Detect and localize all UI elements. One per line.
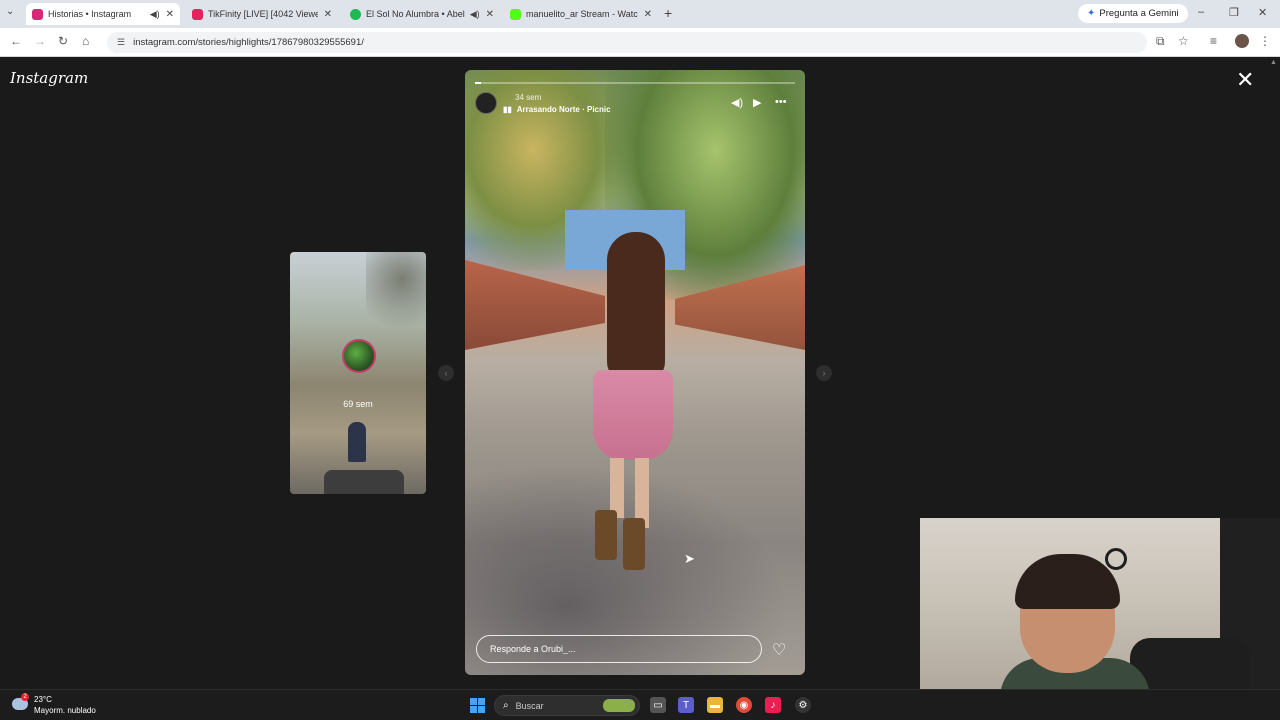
story-music-link[interactable]: ▮▮ Arrasando Norte · Picnic: [503, 105, 611, 114]
chrome-icon[interactable]: ◉: [736, 697, 752, 713]
tab-instagram[interactable]: Historias • Instagram ◀) ✕: [26, 3, 180, 25]
home-icon[interactable]: ⌂: [82, 34, 89, 48]
tab-search-icon[interactable]: ⌄: [6, 6, 14, 17]
previous-story-thumbnail[interactable]: 69 sem: [290, 252, 426, 494]
weather-notification-badge: 2: [21, 693, 29, 701]
teams-icon[interactable]: T: [678, 697, 694, 713]
story-owner-avatar: [342, 339, 376, 373]
instagram-logo[interactable]: Instagram: [10, 69, 88, 87]
story-progress-bar: [475, 82, 795, 84]
thumbnail-image: [366, 252, 426, 342]
story-progress-fill: [475, 82, 482, 84]
url-bar[interactable]: ☰ instagram.com/stories/highlights/17867…: [107, 32, 1147, 53]
tab-title: Historias • Instagram: [48, 9, 132, 19]
mouse-cursor-icon: ➤: [684, 551, 695, 566]
windows-taskbar: 2 23°C Mayorm. nublado ⌕ Buscar ▭ T ▬ ◉ …: [0, 689, 1280, 720]
search-icon: ⌕: [503, 700, 509, 711]
close-stories-icon[interactable]: ✕: [1236, 69, 1254, 91]
mute-icon[interactable]: ◀): [731, 96, 743, 109]
instagram-favicon-icon: [32, 8, 43, 20]
more-menu-icon[interactable]: ⋮: [1259, 34, 1271, 48]
like-heart-icon[interactable]: ♡: [772, 640, 786, 660]
close-tab-icon[interactable]: ✕: [166, 9, 174, 20]
close-tab-icon[interactable]: ✕: [644, 9, 652, 20]
active-story[interactable]: 34 sem ▮▮ Arrasando Norte · Picnic ◀) ▶ …: [465, 70, 805, 675]
tab-title: manuelito_ar Stream - Watch L: [526, 9, 638, 19]
task-view-icon[interactable]: ▭: [650, 697, 666, 713]
back-icon[interactable]: ←: [10, 34, 22, 48]
webcam-wall-clock: [1105, 548, 1127, 570]
spotify-favicon-icon: [350, 8, 361, 20]
tab-title: El Sol No Alumbra • Abel L: [366, 9, 466, 19]
story-music-label: Arrasando Norte · Picnic: [516, 105, 611, 114]
story-image-person: [607, 232, 665, 382]
file-explorer-icon[interactable]: ▬: [707, 697, 723, 713]
reply-input[interactable]: [476, 635, 762, 663]
tikfinity-favicon-icon: [192, 8, 203, 20]
gemini-label: Pregunta a Gemini: [1099, 8, 1179, 19]
previous-story-time: 69 sem: [343, 399, 373, 409]
bookmark-star-icon[interactable]: ☆: [1178, 34, 1189, 48]
tab-spotify[interactable]: El Sol No Alumbra • Abel L ◀) ✕: [344, 3, 500, 25]
address-toolbar: ← → ↻ ⌂ ☰ instagram.com/stories/highligh…: [0, 28, 1280, 57]
windows-start-icon[interactable]: [470, 698, 485, 713]
reload-icon[interactable]: ↻: [58, 34, 68, 48]
story-image-wall-left: [465, 260, 605, 350]
kick-favicon-icon: [510, 8, 521, 20]
more-options-icon[interactable]: •••: [775, 96, 787, 108]
window-close-icon[interactable]: ✕: [1258, 6, 1267, 19]
search-highlight-image: [603, 699, 635, 712]
tiktok-live-icon[interactable]: ♪: [765, 697, 781, 713]
speaker-icon[interactable]: ◀): [150, 9, 160, 20]
gemini-spark-icon: ✦: [1087, 8, 1096, 19]
play-icon[interactable]: ▶: [753, 96, 761, 109]
weather-description[interactable]: Mayorm. nublado: [34, 706, 96, 715]
story-time: 34 sem: [515, 93, 542, 102]
restore-icon[interactable]: ❐: [1229, 6, 1239, 19]
tab-search-menu-icon[interactable]: ≡: [1210, 34, 1217, 48]
story-image-dress: [593, 370, 673, 460]
scrollbar-up-arrow-icon[interactable]: ▲: [1270, 59, 1277, 66]
story-owner-avatar[interactable]: [475, 92, 497, 114]
previous-story-arrow-icon[interactable]: ‹: [438, 365, 454, 381]
search-placeholder: Buscar: [515, 700, 544, 711]
close-tab-icon[interactable]: ✕: [486, 9, 494, 20]
story-image-boot: [623, 518, 645, 570]
site-info-icon[interactable]: ☰: [117, 37, 125, 48]
weather-temperature[interactable]: 23°C: [34, 695, 52, 704]
speaker-icon[interactable]: ◀): [470, 9, 480, 20]
minimize-icon[interactable]: –: [1198, 6, 1204, 18]
settings-app-icon[interactable]: ⚙: [795, 697, 811, 713]
story-image-boot: [595, 510, 617, 560]
taskbar-search[interactable]: ⌕ Buscar: [494, 695, 640, 716]
profile-avatar[interactable]: [1235, 34, 1249, 48]
close-tab-icon[interactable]: ✕: [324, 9, 332, 20]
forward-icon[interactable]: →: [34, 34, 46, 48]
thumbnail-person: [348, 422, 366, 462]
tab-bar: ⌄ Historias • Instagram ◀) ✕ TikFinity […: [0, 0, 1280, 28]
story-image-leg: [610, 458, 624, 518]
tab-title: TikFinity [LIVE] [4042 Viewers]: [208, 9, 318, 19]
music-bars-icon: ▮▮: [503, 105, 512, 114]
tab-kick[interactable]: manuelito_ar Stream - Watch L ✕: [504, 3, 658, 25]
thumbnail-truck: [324, 470, 404, 494]
install-app-icon[interactable]: ⧉: [1156, 34, 1165, 49]
webcam-person-hair: [1015, 554, 1120, 609]
new-tab-icon[interactable]: +: [664, 5, 672, 21]
url-text: instagram.com/stories/highlights/1786798…: [133, 37, 364, 48]
tab-tikfinity[interactable]: TikFinity [LIVE] [4042 Viewers] ✕: [186, 3, 338, 25]
gemini-button[interactable]: ✦ Pregunta a Gemini: [1078, 4, 1188, 23]
next-story-arrow-icon[interactable]: ›: [816, 365, 832, 381]
